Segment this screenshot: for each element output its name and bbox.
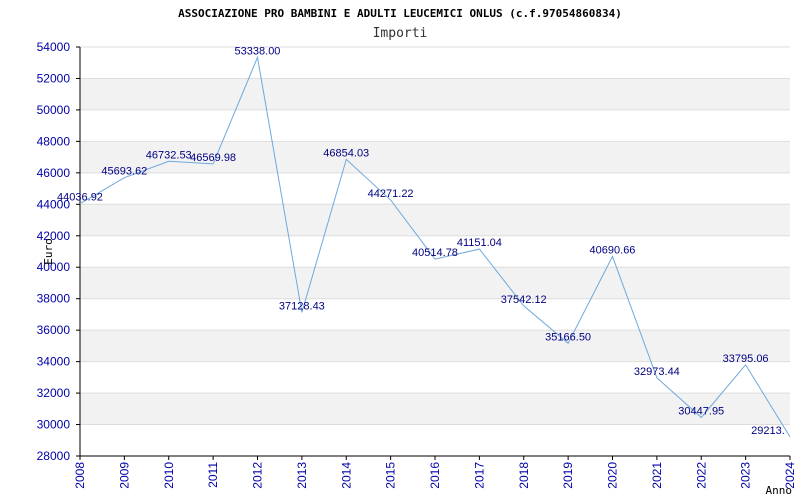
- data-label: 29213.: [751, 425, 785, 437]
- data-label: 40514.78: [412, 247, 458, 259]
- grid-band: [80, 204, 790, 236]
- line-chart: ASSOCIAZIONE PRO BAMBINI E ADULTI LEUCEM…: [37, 7, 797, 497]
- data-label: 53338.00: [235, 45, 281, 57]
- grid-band: [80, 78, 790, 110]
- data-label: 44271.22: [368, 188, 414, 200]
- chart-title: ASSOCIAZIONE PRO BAMBINI E ADULTI LEUCEM…: [178, 7, 622, 20]
- x-tick-labels: 2008 2009 2010 2011 2012 2013 2014 2015 2016 2017…: [73, 462, 797, 489]
- data-label: 35166.50: [545, 331, 591, 343]
- x-tick-label: 2020: [606, 462, 620, 489]
- y-tick-label: 32000: [37, 386, 71, 400]
- x-tick-label: 2015: [384, 462, 398, 489]
- data-label: 46854.03: [323, 147, 369, 159]
- data-label: 33795.06: [723, 353, 769, 365]
- x-tick-label: 2009: [117, 462, 131, 489]
- data-label: 46732.53: [146, 149, 192, 161]
- data-label: 41151.04: [457, 237, 502, 249]
- data-label: 40690.66: [590, 244, 636, 256]
- y-axis-label: Euro: [42, 238, 55, 265]
- y-tick-label: 38000: [37, 292, 71, 306]
- x-tick-label: 2013: [295, 462, 309, 489]
- y-tick-label: 34000: [37, 355, 71, 369]
- y-tick-label: 52000: [37, 71, 71, 85]
- data-label: 37128.43: [279, 300, 325, 312]
- y-tick-label: 30000: [37, 418, 71, 432]
- data-label: 45693.62: [101, 166, 147, 178]
- chart-subtitle: Importi: [373, 26, 428, 41]
- y-tick-label: 28000: [37, 449, 71, 463]
- x-tick-label: 2010: [162, 462, 176, 489]
- data-label: 30447.95: [678, 405, 724, 417]
- x-tick-label: 2016: [428, 462, 442, 489]
- x-tick-label: 2019: [561, 462, 575, 489]
- data-label: 44036.92: [57, 192, 103, 204]
- x-tick-label: 2008: [73, 462, 87, 489]
- grid-band: [80, 330, 790, 362]
- y-tick-label: 36000: [37, 323, 71, 337]
- data-label: 46569.98: [190, 152, 236, 164]
- x-tick-label: 2012: [251, 462, 265, 489]
- x-axis-label: Anno: [766, 484, 793, 497]
- x-tick-label: 2022: [694, 462, 708, 489]
- x-tick-label: 2021: [650, 462, 664, 489]
- x-tick-label: 2017: [472, 462, 486, 489]
- x-tick-label: 2014: [339, 462, 353, 489]
- y-tick-label: 48000: [37, 134, 71, 148]
- x-tick-label: 2023: [739, 462, 753, 489]
- y-tick-label: 54000: [37, 40, 71, 54]
- data-label: 32973.44: [634, 366, 680, 378]
- x-tick-label: 2011: [206, 462, 220, 488]
- data-label: 37542.12: [501, 294, 547, 306]
- y-tick-label: 50000: [37, 103, 71, 117]
- y-tick-label: 46000: [37, 166, 71, 180]
- grid-band: [80, 267, 790, 299]
- x-tick-label: 2018: [517, 462, 531, 489]
